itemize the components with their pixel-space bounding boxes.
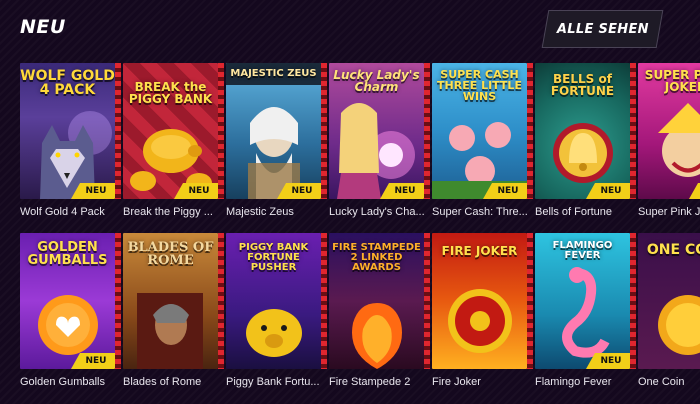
game-logo: FIRE JOKER [441, 244, 518, 258]
game-tile-fire-joker[interactable]: FIRE JOKER Fire Joker [432, 233, 533, 388]
game-title: Flamingo Fever [535, 376, 612, 388]
game-title: Majestic Zeus [226, 206, 294, 218]
see-all-label: ALLE SEHEN [556, 21, 649, 37]
game-logo: BELLS of FORTUNE [550, 72, 615, 98]
tile-edge [527, 233, 533, 369]
game-thumbnail: WOLF GOLD 4 PACK NEU [20, 63, 115, 199]
game-logo: MAJESTIC ZEUS [230, 68, 317, 79]
game-thumbnail: GOLDEN GUMBALLS NEU [20, 233, 115, 369]
game-tile-super-cash[interactable]: SUPER CASH THREE LITTLE WINS NEU Super C… [432, 63, 533, 218]
game-tile-piggy-bank-fortune-pusher[interactable]: PIGGY BANK FORTUNE PUSHER Piggy Bank For… [226, 233, 327, 388]
game-logo: BLADES OF ROME [127, 240, 214, 268]
game-tile-fire-stampede-2[interactable]: FIRE STAMPEDE 2 LINKED AWARDS Fire Stamp… [329, 233, 430, 388]
game-tile-golden-gumballs[interactable]: GOLDEN GUMBALLS NEU Golden Gumballs [20, 233, 121, 388]
tile-edge [527, 63, 533, 199]
game-thumbnail: BELLS of FORTUNE NEU [535, 63, 630, 199]
tile-edge [321, 63, 327, 199]
game-tile-break-the-piggy-bank[interactable]: BREAK the PIGGY BANK NEU Break the Piggy… [123, 63, 224, 218]
tile-edge [424, 233, 430, 369]
game-title: Fire Joker [432, 376, 481, 388]
game-logo: FLAMINGO FEVER [552, 240, 613, 261]
game-title: Blades of Rome [123, 376, 202, 388]
game-logo: Lucky Lady's Charm [333, 68, 420, 94]
tile-edge [218, 233, 224, 369]
game-tile-bells-of-fortune[interactable]: BELLS of FORTUNE NEU Bells of Fortune [535, 63, 636, 218]
game-title: Piggy Bank Fortu... [226, 376, 320, 388]
game-thumbnail: FLAMINGO FEVER NEU [535, 233, 630, 369]
tile-edge [115, 233, 121, 369]
tile-edge [218, 63, 224, 199]
game-thumbnail: Lucky Lady's Charm NEU [329, 63, 424, 199]
game-logo: ONE COIN [646, 242, 700, 258]
game-title: Bells of Fortune [535, 206, 613, 218]
game-title: Super Pink Jo [638, 206, 700, 218]
game-title: Super Cash: Thre... [432, 206, 528, 218]
game-logo: GOLDEN GUMBALLS [27, 240, 108, 268]
game-title: Fire Stampede 2 [329, 376, 411, 388]
game-thumbnail: SUPER CASH THREE LITTLE WINS NEU [432, 63, 527, 199]
game-logo: WOLF GOLD 4 PACK [20, 68, 115, 98]
game-tile-one-coin[interactable]: ONE COIN One Coin [638, 233, 700, 388]
game-logo: SUPER CASH THREE LITTLE WINS [437, 68, 522, 103]
game-title: Break the Piggy ... [123, 206, 213, 218]
tile-edge [630, 63, 636, 199]
section-title: NEU [20, 16, 66, 38]
game-thumbnail: ONE COIN [638, 233, 700, 369]
game-logo: FIRE STAMPEDE 2 LINKED AWARDS [332, 242, 421, 273]
game-tile-majestic-zeus[interactable]: MAJESTIC ZEUS NEU Majestic Zeus [226, 63, 327, 218]
game-logo: PIGGY BANK FORTUNE PUSHER [238, 242, 309, 273]
zeus-artwork [226, 63, 321, 199]
game-title: Lucky Lady's Cha... [329, 206, 425, 218]
game-tile-wolf-gold-4-pack[interactable]: WOLF GOLD 4 PACK NEU Wolf Gold 4 Pack [20, 63, 121, 218]
game-title: Golden Gumballs [20, 376, 105, 388]
game-tile-super-pink-joker[interactable]: SUPER PINK JOKER NEU Super Pink Jo [638, 63, 700, 218]
game-title: One Coin [638, 376, 685, 388]
game-thumbnail: MAJESTIC ZEUS NEU [226, 63, 321, 199]
game-logo: SUPER PINK JOKER [644, 68, 700, 94]
game-title: Wolf Gold 4 Pack [20, 206, 105, 218]
game-logo: BREAK the PIGGY BANK [128, 80, 213, 106]
game-thumbnail: SUPER PINK JOKER NEU [638, 63, 700, 199]
see-all-button[interactable]: ALLE SEHEN [541, 10, 664, 48]
game-thumbnail: BREAK the PIGGY BANK NEU [123, 63, 218, 199]
tile-edge [321, 233, 327, 369]
game-thumbnail: FIRE STAMPEDE 2 LINKED AWARDS [329, 233, 424, 369]
game-thumbnail: BLADES OF ROME [123, 233, 218, 369]
tile-edge [115, 63, 121, 199]
tile-edge [630, 233, 636, 369]
game-tile-lucky-ladys-charm[interactable]: Lucky Lady's Charm NEU Lucky Lady's Cha.… [329, 63, 430, 218]
tile-edge [424, 63, 430, 199]
game-tile-flamingo-fever[interactable]: FLAMINGO FEVER NEU Flamingo Fever [535, 233, 636, 388]
game-tile-blades-of-rome[interactable]: BLADES OF ROME Blades of Rome [123, 233, 224, 388]
game-thumbnail: PIGGY BANK FORTUNE PUSHER [226, 233, 321, 369]
game-thumbnail: FIRE JOKER [432, 233, 527, 369]
